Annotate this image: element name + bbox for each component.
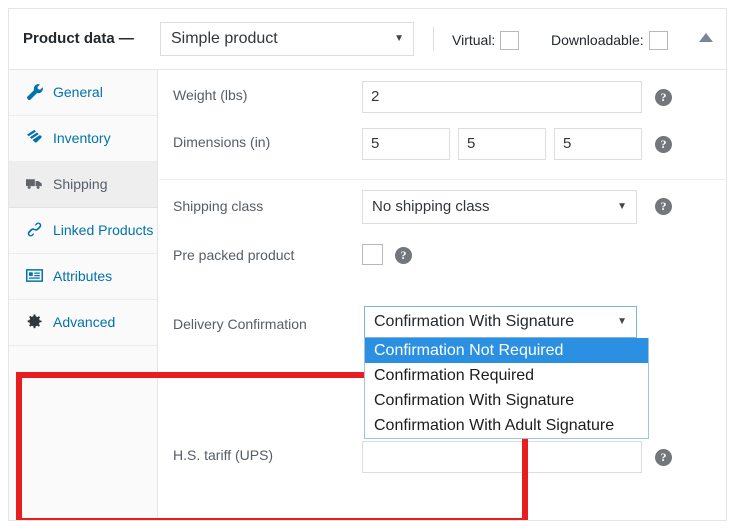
chevron-down-icon: ▼ xyxy=(617,191,627,223)
dimensions-help-icon[interactable]: ? xyxy=(655,136,672,153)
dimensions-row: Dimensions (in) 5 5 5 ? xyxy=(159,118,726,166)
dropdown-option[interactable]: Confirmation With Adult Signature xyxy=(365,413,648,438)
delivery-confirmation-value: Confirmation With Signature xyxy=(374,313,574,330)
sidebar-item-attributes[interactable]: Attributes xyxy=(9,254,157,300)
weight-label: Weight (lbs) xyxy=(173,86,247,104)
shipping-class-help-icon[interactable]: ? xyxy=(655,198,672,215)
pre-packed-help-icon[interactable]: ? xyxy=(395,247,412,264)
sidebar-item-shipping[interactable]: Shipping xyxy=(9,162,157,208)
sidebar-item-label: General xyxy=(53,84,103,100)
pre-packed-checkbox[interactable] xyxy=(362,244,383,265)
hs-tariff-help-icon[interactable]: ? xyxy=(655,449,672,466)
shipping-class-label: Shipping class xyxy=(173,197,263,215)
sidebar-item-linked-products[interactable]: Linked Products xyxy=(9,208,157,254)
dropdown-option[interactable]: Confirmation With Signature xyxy=(365,388,648,413)
sidebar-item-label: Shipping xyxy=(53,176,108,192)
dropdown-option[interactable]: Confirmation Required xyxy=(365,363,648,388)
sidebar-item-label: Attributes xyxy=(53,268,112,284)
sidebar-item-advanced[interactable]: Advanced xyxy=(9,300,157,346)
pre-packed-label: Pre packed product xyxy=(173,246,294,264)
id-card-icon xyxy=(26,267,46,284)
hs-tariff-label: H.S. tariff (UPS) xyxy=(173,446,273,464)
dropdown-option[interactable]: Confirmation Not Required xyxy=(365,338,648,363)
panel-body: General Inventory Shipping Linked Produc… xyxy=(9,70,726,520)
archive-box-icon xyxy=(26,129,46,146)
dimensions-label: Dimensions (in) xyxy=(173,133,270,151)
delivery-confirmation-select[interactable]: Confirmation With Signature ▼ xyxy=(364,306,637,338)
product-type-value: Simple product xyxy=(171,30,278,47)
page-title: Product data — xyxy=(23,30,134,47)
weight-value: 2 xyxy=(371,88,379,105)
link-chain-icon xyxy=(26,221,46,238)
tabs-filler xyxy=(9,346,157,356)
panel-header: Product data — Simple product ▼ Virtual:… xyxy=(9,9,726,70)
dimension-length-input[interactable]: 5 xyxy=(362,128,450,160)
delivery-confirmation-label: Delivery Confirmation xyxy=(173,315,307,333)
wrench-icon xyxy=(26,83,46,100)
downloadable-label: Downloadable: xyxy=(551,32,644,48)
virtual-checkbox-group[interactable]: Virtual: xyxy=(452,31,519,50)
header-divider xyxy=(433,27,434,51)
delivery-confirmation-row: Delivery Confirmation Confirmation With … xyxy=(159,280,726,430)
product-data-panel: Product data — Simple product ▼ Virtual:… xyxy=(8,8,727,521)
shipping-class-select[interactable]: No shipping class ▼ xyxy=(362,190,637,224)
dimension-width-value: 5 xyxy=(467,135,475,152)
dimension-height-value: 5 xyxy=(563,135,571,152)
shipping-class-value: No shipping class xyxy=(372,198,490,215)
chevron-down-icon: ▼ xyxy=(617,307,627,337)
sidebar-item-label: Linked Products xyxy=(53,222,153,238)
downloadable-checkbox-group[interactable]: Downloadable: xyxy=(551,31,668,50)
chevron-up-icon[interactable] xyxy=(699,33,713,45)
dimension-height-input[interactable]: 5 xyxy=(554,128,642,160)
dimension-length-value: 5 xyxy=(371,135,379,152)
sidebar-item-general[interactable]: General xyxy=(9,70,157,116)
weight-row: Weight (lbs) 2 ? xyxy=(159,70,726,118)
truck-icon xyxy=(26,175,46,192)
delivery-confirmation-option-list: Confirmation Not Required Confirmation R… xyxy=(364,338,649,439)
virtual-checkbox[interactable] xyxy=(500,31,519,50)
downloadable-checkbox[interactable] xyxy=(649,31,668,50)
chevron-up-glyph xyxy=(699,33,713,42)
sidebar-item-label: Advanced xyxy=(53,314,115,330)
shipping-panel: Weight (lbs) 2 ? Dimensions (in) 5 5 5 ? xyxy=(159,70,726,520)
shipping-class-row: Shipping class No shipping class ▼ ? xyxy=(159,180,726,233)
gear-icon xyxy=(26,313,46,330)
sidebar-item-label: Inventory xyxy=(53,130,111,146)
virtual-label: Virtual: xyxy=(452,32,495,48)
dimension-width-input[interactable]: 5 xyxy=(458,128,546,160)
product-data-tabs: General Inventory Shipping Linked Produc… xyxy=(9,70,158,520)
sidebar-item-inventory[interactable]: Inventory xyxy=(9,116,157,162)
pre-packed-row: Pre packed product ? xyxy=(159,233,726,280)
product-type-select[interactable]: Simple product ▼ xyxy=(160,22,414,56)
hs-tariff-input[interactable] xyxy=(362,441,642,473)
weight-help-icon[interactable]: ? xyxy=(655,89,672,106)
weight-input[interactable]: 2 xyxy=(362,81,642,113)
chevron-down-icon: ▼ xyxy=(394,23,404,55)
